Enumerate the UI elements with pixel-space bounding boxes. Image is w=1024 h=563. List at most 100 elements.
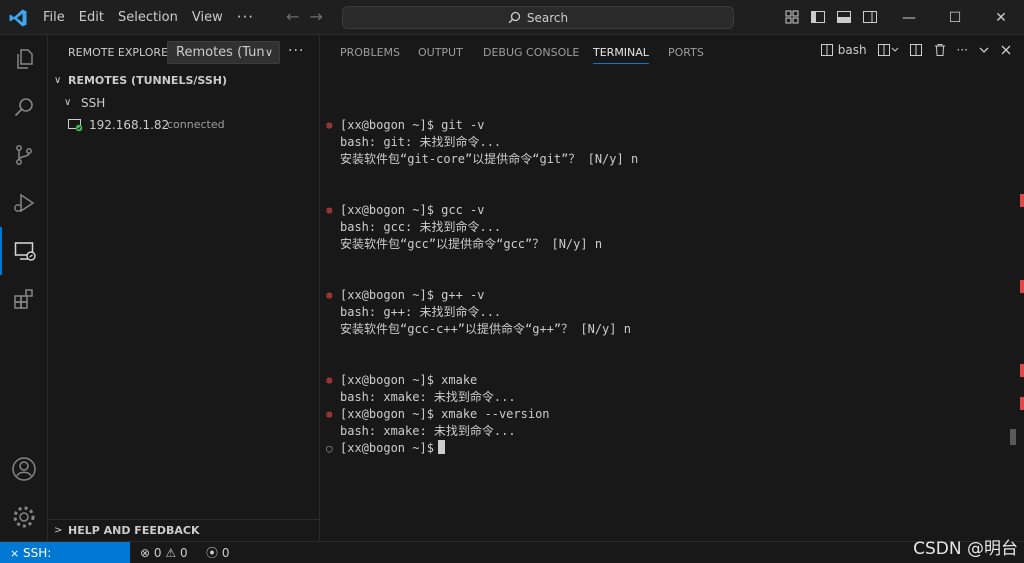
terminal-line: bash: xmake: 未找到命令... <box>340 390 516 404</box>
toggle-panel-icon[interactable] <box>835 8 853 26</box>
ssh-host-item[interactable]: 192.168.1.82 connected <box>48 114 320 136</box>
menu-edit[interactable]: Edit <box>72 0 111 35</box>
terminal-line: bash: git: 未找到命令... <box>340 135 502 149</box>
sidebar-more-button[interactable]: ··· <box>288 43 304 59</box>
minimize-icon[interactable]: — <box>886 0 932 35</box>
chevron-down-icon[interactable] <box>978 44 990 56</box>
terminal-view[interactable]: ⊗ [xx@bogon ~]$ git -v bash: git: 未找到命令.… <box>320 70 1024 541</box>
ports-count: 0 <box>221 546 230 560</box>
terminal-line: [xx@bogon ~]$ gcc -v <box>340 203 485 217</box>
more-actions-icon[interactable]: ··· <box>957 43 968 57</box>
terminal-name[interactable]: bash <box>838 43 867 57</box>
scrollbar-error-marker <box>1020 364 1024 377</box>
split-editor-icon[interactable] <box>909 43 923 57</box>
tab-output[interactable]: OUTPUT <box>418 35 463 70</box>
tab-ports[interactable]: PORTS <box>668 35 704 70</box>
warning-icon: ⚠ <box>165 546 177 560</box>
panel-toolbar: bash ··· <box>820 43 1012 57</box>
tab-debug-console[interactable]: DEBUG CONSOLE <box>483 35 579 70</box>
terminal-line: [xx@bogon ~]$ git -v <box>340 118 485 132</box>
terminal-icon[interactable] <box>820 43 834 57</box>
menu-bar: File Edit Selection View ··· <box>36 0 261 35</box>
scrollbar-thumb[interactable] <box>1010 429 1016 445</box>
scrollbar-error-marker <box>1020 280 1024 293</box>
terminal-line: bash: gcc: 未找到命令... <box>340 220 502 234</box>
menu-file[interactable]: File <box>36 0 72 35</box>
remotes-dropdown[interactable]: Remotes (Tun ∨ <box>167 41 280 64</box>
activity-bar <box>0 35 48 541</box>
terminal-prompt-line: [xx@bogon ~]$ <box>340 440 445 457</box>
remote-explorer-button[interactable] <box>0 227 48 275</box>
remote-explorer-sidebar: REMOTE EXPLORER Remotes (Tun ∨ ··· ∨ REM… <box>48 35 320 541</box>
toggle-secondary-sidebar-icon[interactable] <box>861 8 879 26</box>
manage-button[interactable] <box>0 493 48 541</box>
command-error-icon: ⊗ <box>326 289 333 302</box>
search-label: Search <box>526 10 569 25</box>
remotes-section-header[interactable]: ∨ REMOTES (TUNNELS/SSH) <box>48 70 320 92</box>
terminal-line: 安装软件包“gcc”以提供命令“gcc”？ [N/y] n <box>340 237 603 251</box>
error-count: 0 <box>153 546 162 560</box>
trash-icon[interactable] <box>933 43 947 57</box>
gear-icon <box>13 506 35 528</box>
close-icon[interactable] <box>1000 44 1012 56</box>
vscode-logo-icon <box>9 9 27 27</box>
remote-indicator[interactable]: ⨯ SSH: 192.168.1.82 <box>0 542 130 563</box>
terminal-line: [xx@bogon ~]$ g++ -v <box>340 288 485 302</box>
remotes-section-title: REMOTES (TUNNELS/SSH) <box>68 74 227 87</box>
scrollbar-error-marker <box>1020 397 1024 410</box>
extensions-icon <box>14 289 33 309</box>
maximize-icon[interactable]: ☐ <box>932 0 978 35</box>
tab-terminal[interactable]: TERMINAL <box>593 35 649 64</box>
watermark: CSDN @明台 <box>913 539 1018 559</box>
terminal-line: [xx@bogon ~]$ xmake <box>340 373 478 387</box>
chevron-right-icon: > <box>54 525 63 536</box>
accounts-button[interactable] <box>0 445 48 493</box>
back-arrow-icon[interactable]: ← <box>286 7 299 27</box>
search-icon <box>508 11 521 24</box>
sidebar-header: REMOTE EXPLORER Remotes (Tun ∨ ··· <box>48 35 320 70</box>
chevron-down-icon: ∨ <box>54 75 62 86</box>
terminal-line: bash: xmake: 未找到命令... <box>340 424 516 438</box>
menu-more-button[interactable]: ··· <box>230 0 261 35</box>
history-navigation: ← → <box>286 7 323 27</box>
files-icon <box>17 49 33 69</box>
status-bar: ⨯ SSH: 192.168.1.82 ⊗ 0 ⚠ 0 ⦿ 0 <box>0 541 1024 563</box>
remote-indicator-label: SSH: 192.168.1.82 <box>23 546 52 560</box>
problems-status[interactable]: ⊗ 0 ⚠ 0 <box>140 542 188 563</box>
customize-layout-icon[interactable] <box>783 8 801 26</box>
run-debug-button[interactable] <box>0 179 48 227</box>
run-debug-icon <box>14 193 35 213</box>
forward-arrow-icon[interactable]: → <box>309 7 322 27</box>
terminal-prompt: [xx@bogon ~]$ <box>340 441 434 455</box>
menu-selection[interactable]: Selection <box>111 0 185 35</box>
toggle-primary-sidebar-icon[interactable] <box>809 8 827 26</box>
remote-connected-icon <box>68 119 83 132</box>
account-icon <box>12 457 36 481</box>
help-feedback-section-header[interactable]: > HELP AND FEEDBACK <box>48 519 320 541</box>
search-view-button[interactable] <box>0 83 48 131</box>
command-error-icon: ⊗ <box>326 204 333 217</box>
explorer-button[interactable] <box>0 35 48 83</box>
ssh-host-status: connected <box>167 118 225 131</box>
ssh-host-label: 192.168.1.82 <box>89 118 170 132</box>
ssh-group[interactable]: ∨ SSH <box>48 92 320 114</box>
command-error-icon: ⊗ <box>326 374 333 387</box>
window-controls: — ☐ ✕ <box>886 0 1024 35</box>
scrollbar-error-marker <box>1020 194 1024 207</box>
command-center-search[interactable]: Search <box>342 6 734 29</box>
warning-count: 0 <box>179 546 188 560</box>
source-control-button[interactable] <box>0 131 48 179</box>
forwarded-ports-status[interactable]: ⦿ 0 <box>206 542 229 563</box>
ssh-group-label: SSH <box>81 96 106 110</box>
split-terminal-icon[interactable] <box>877 43 899 57</box>
menu-view[interactable]: View <box>185 0 230 35</box>
tab-problems[interactable]: PROBLEMS <box>340 35 400 70</box>
extensions-button[interactable] <box>0 275 48 323</box>
chevron-down-icon: ∨ <box>64 97 72 108</box>
close-window-icon[interactable]: ✕ <box>978 0 1024 35</box>
panel: PROBLEMS OUTPUT DEBUG CONSOLE TERMINAL P… <box>320 35 1024 541</box>
broadcast-icon: ⦿ <box>206 546 219 560</box>
terminal-cursor <box>437 440 445 454</box>
panel-tabs: PROBLEMS OUTPUT DEBUG CONSOLE TERMINAL P… <box>320 35 1024 70</box>
chevron-down-icon: ∨ <box>264 46 273 59</box>
